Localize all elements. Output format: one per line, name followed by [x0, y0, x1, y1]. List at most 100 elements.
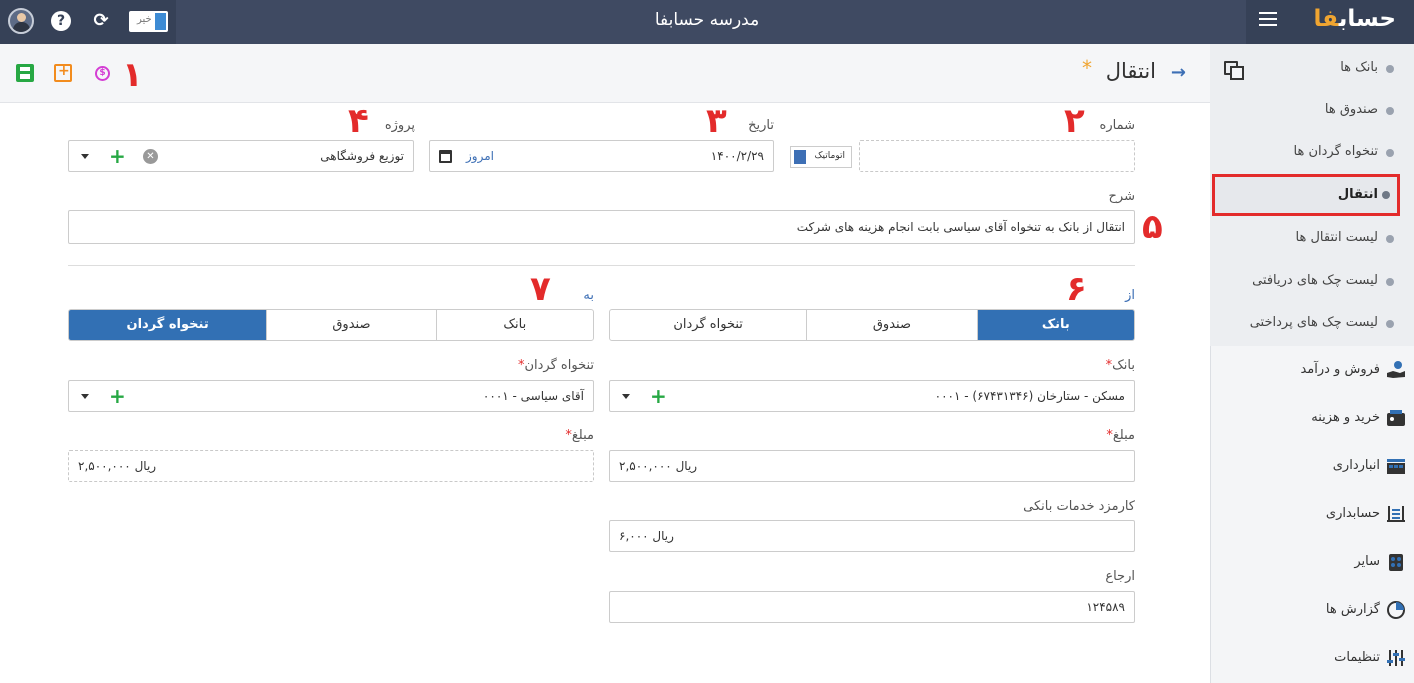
- from-type-selector[interactable]: بانک صندوق تنخواه گردان: [609, 309, 1135, 341]
- auto-label: اتوماتیک: [814, 151, 846, 161]
- sidebar-item-transfer[interactable]: انتقال: [1212, 174, 1400, 216]
- clear-icon[interactable]: ✕: [143, 149, 158, 164]
- bullet-icon: [1386, 235, 1394, 243]
- sidebar-item-label: لیست انتقال ها: [1295, 230, 1378, 245]
- from-account-label: *بانک: [1102, 358, 1135, 373]
- save-icon[interactable]: [16, 64, 34, 82]
- description-input[interactable]: انتقال از بانک به تنخواه آقای سیاسی بابت…: [68, 210, 1135, 244]
- currency-icon[interactable]: $: [95, 66, 110, 81]
- sidebar-item-label: خرید و هزینه: [1311, 410, 1380, 425]
- add-bank-icon[interactable]: +: [650, 385, 667, 407]
- from-option-petty-cash[interactable]: تنخواه گردان: [610, 310, 806, 340]
- description-label: شرح: [1108, 189, 1135, 204]
- pie-chart-icon: [1387, 601, 1405, 619]
- chevron-down-icon[interactable]: [622, 394, 630, 399]
- sidebar-item-settings[interactable]: تنظیمات: [1210, 634, 1414, 682]
- grid-icon: [1389, 554, 1403, 571]
- sidebar: بانک ها صندوق ها تنخواه گردان ها انتقال …: [1210, 44, 1414, 683]
- chevron-down-icon[interactable]: [81, 394, 89, 399]
- sidebar-item-label: تنظیمات: [1334, 650, 1380, 665]
- project-label: پروژه: [384, 118, 415, 133]
- from-account-value: ۰۰۰۱ - مسکن - ستارخان (۶۷۴۳۱۳۴۶): [934, 389, 1125, 403]
- sidebar-item-label: لیست چک های دریافتی: [1252, 273, 1378, 288]
- project-value: توزیع فروشگاهی: [320, 149, 404, 163]
- topbar-brand: حسابفا: [1246, 0, 1414, 44]
- wallet-icon: [1387, 410, 1405, 426]
- reference-label: ارجاع: [1105, 569, 1135, 584]
- from-account-label-text: بانک: [1112, 358, 1135, 373]
- sidebar-item-banks[interactable]: بانک ها: [1210, 47, 1414, 89]
- today-link[interactable]: امروز: [466, 149, 494, 163]
- from-amount-label: *مبلغ: [1102, 428, 1135, 443]
- sidebar-item-inventory[interactable]: انبارداری: [1210, 442, 1414, 490]
- sidebar-item-label: بانک ها: [1340, 60, 1378, 75]
- to-amount-value: ریال ۲,۵۰۰,۰۰۰: [78, 459, 157, 473]
- add-project-icon[interactable]: +: [109, 145, 126, 167]
- warehouse-icon: [1387, 459, 1405, 474]
- fee-input[interactable]: ریال ۶,۰۰۰: [609, 520, 1135, 552]
- sidebar-item-received-checks[interactable]: لیست چک های دریافتی: [1210, 260, 1414, 302]
- to-amount-label: *مبلغ: [561, 428, 594, 443]
- checkbox-icon: [794, 150, 806, 164]
- annotation-5: ۵: [1142, 207, 1163, 247]
- bullet-icon: [1386, 65, 1394, 73]
- sidebar-item-label: صندوق ها: [1324, 102, 1378, 117]
- bullet-icon: [1386, 320, 1394, 328]
- top-bar: ? ⟳ خیر مدرسه حسابفا حسابفا: [0, 0, 1414, 44]
- hamburger-menu-icon[interactable]: [1259, 12, 1277, 26]
- sidebar-item-label: انتقال: [1337, 187, 1378, 202]
- annotation-2: ۲: [1064, 101, 1085, 141]
- to-account-select[interactable]: ۰۰۰۱ - آقای سیاسی +: [68, 380, 594, 412]
- sidebar-item-purchases[interactable]: خرید و هزینه: [1210, 394, 1414, 442]
- sidebar-item-petty-cash[interactable]: تنخواه گردان ها: [1210, 131, 1414, 173]
- chevron-down-icon[interactable]: [81, 154, 89, 159]
- to-amount-label-text: مبلغ: [571, 428, 594, 443]
- sidebar-item-label: سایر: [1354, 554, 1380, 569]
- sidebar-item-other[interactable]: سایر: [1210, 538, 1414, 586]
- annotation-6: ۶: [1066, 269, 1087, 309]
- app-logo: حسابفا: [1314, 6, 1396, 32]
- to-amount-input[interactable]: ریال ۲,۵۰۰,۰۰۰: [68, 450, 594, 482]
- bullet-icon: [1386, 107, 1394, 115]
- sidebar-item-label: حسابداری: [1325, 506, 1380, 521]
- date-field[interactable]: ۱۴۰۰/۲/۲۹ امروز: [429, 140, 774, 172]
- sidebar-item-transfer-list[interactable]: لیست انتقال ها: [1210, 217, 1414, 259]
- add-document-icon[interactable]: [54, 63, 72, 82]
- from-amount-input[interactable]: ریال ۲,۵۰۰,۰۰۰: [609, 450, 1135, 482]
- calendar-icon[interactable]: [439, 150, 452, 163]
- auto-number-button[interactable]: اتوماتیک: [790, 146, 852, 168]
- bullet-icon: [1382, 191, 1390, 199]
- number-field[interactable]: [859, 140, 1135, 172]
- to-type-selector[interactable]: بانک صندوق تنخواه گردان: [68, 309, 594, 341]
- sidebar-item-reports[interactable]: گزارش ها: [1210, 586, 1414, 634]
- project-select[interactable]: توزیع فروشگاهی ✕ +: [68, 140, 414, 172]
- add-petty-cash-icon[interactable]: +: [109, 385, 126, 407]
- number-label: شماره: [1099, 118, 1135, 133]
- sliders-icon: [1387, 650, 1405, 666]
- reference-value: ۱۲۴۵۸۹: [1086, 600, 1125, 614]
- sidebar-item-cashboxes[interactable]: صندوق ها: [1210, 89, 1414, 131]
- to-option-cashbox[interactable]: صندوق: [266, 310, 435, 340]
- to-option-petty-cash[interactable]: تنخواه گردان: [69, 310, 267, 340]
- sidebar-item-label: گزارش ها: [1325, 602, 1380, 617]
- sidebar-item-sales[interactable]: فروش و درآمد: [1210, 346, 1414, 394]
- sidebar-item-label: تنخواه گردان ها: [1293, 144, 1378, 159]
- sidebar-item-accounting[interactable]: حسابداری: [1210, 490, 1414, 538]
- annotation-4: ۴: [348, 101, 369, 141]
- from-option-bank[interactable]: بانک: [976, 310, 1134, 340]
- from-account-select[interactable]: ۰۰۰۱ - مسکن - ستارخان (۶۷۴۳۱۳۴۶) +: [609, 380, 1135, 412]
- sidebar-submenu: بانک ها صندوق ها تنخواه گردان ها انتقال …: [1210, 44, 1414, 346]
- reference-input[interactable]: ۱۲۴۵۸۹: [609, 591, 1135, 623]
- to-option-bank[interactable]: بانک: [435, 310, 593, 340]
- section-divider: [68, 265, 1135, 266]
- logo-accent: فا: [1313, 6, 1339, 32]
- from-option-cashbox[interactable]: صندوق: [806, 310, 976, 340]
- sidebar-item-label: لیست چک های پرداختی: [1249, 315, 1378, 330]
- to-account-value: ۰۰۰۱ - آقای سیاسی: [482, 389, 584, 403]
- to-label: به: [583, 288, 594, 303]
- hand-money-icon: [1387, 361, 1405, 378]
- back-arrow-icon[interactable]: →: [1171, 62, 1186, 83]
- sidebar-item-paid-checks[interactable]: لیست چک های پرداختی: [1210, 302, 1414, 344]
- annotation-1: ۱: [122, 55, 143, 95]
- from-amount-label-text: مبلغ: [1112, 428, 1135, 443]
